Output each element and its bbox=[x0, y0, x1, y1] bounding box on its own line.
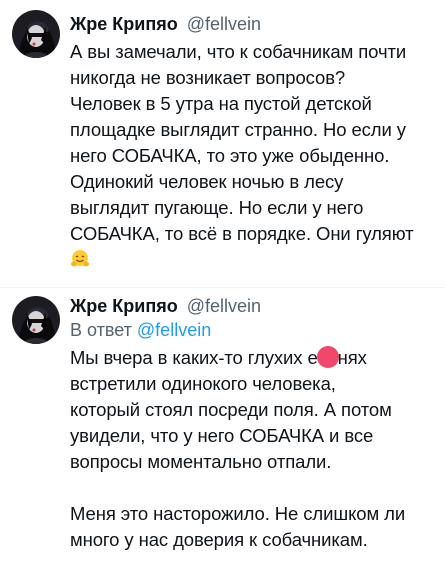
tweet-header: Жре Крипяо @fellvein bbox=[70, 12, 433, 36]
paragraph-break bbox=[70, 475, 433, 501]
tweet-text-line: Мы вчера в каких-то глухих е нях bbox=[70, 345, 433, 371]
display-name[interactable]: Жре Крипяо bbox=[70, 296, 178, 316]
tweet-text-line: Человек в 5 утра на пустой детской bbox=[70, 93, 372, 114]
tweet-text-fragment: нях bbox=[337, 347, 367, 368]
tweet-text: А вы замечали, что к собачникам почти ни… bbox=[70, 39, 433, 273]
tweet-content: Жре Крипяо @fellvein А вы замечали, что … bbox=[70, 12, 433, 273]
tweet-text-line: выглядит пугающе. Но если у него bbox=[70, 197, 364, 218]
tweet-text-line: много у нас доверия к собачникам. bbox=[70, 529, 368, 550]
reply-prefix: В ответ bbox=[70, 320, 132, 340]
tweet-text-line: Меня это насторожило. Не слишком ли bbox=[70, 503, 406, 524]
tweet-text-line: вопросы моментально отпали. bbox=[70, 451, 332, 472]
tweet-header: Жре Крипяо @fellvein bbox=[70, 294, 433, 318]
avatar[interactable] bbox=[12, 10, 60, 58]
tweet-text-line: который стоял посреди поля. А потом bbox=[70, 399, 392, 420]
tweet-text-line: Одинокий человек ночью в лесу bbox=[70, 171, 344, 192]
avatar[interactable] bbox=[12, 296, 60, 344]
emoji-line bbox=[70, 247, 433, 273]
display-name[interactable]: Жре Крипяо bbox=[70, 14, 178, 34]
tweet-text-line: СОБАЧКА, то всё в порядке. Они гуляют bbox=[70, 223, 414, 244]
reply-context: В ответ @fellvein bbox=[70, 318, 433, 342]
avatar-image bbox=[12, 10, 60, 58]
tweet-text-line: площадке выглядит странно. Но если у bbox=[70, 119, 406, 140]
avatar-image bbox=[12, 296, 60, 344]
tweet[interactable]: Жре Крипяо @fellvein В ответ @fellvein М… bbox=[0, 288, 445, 565]
user-handle[interactable]: @fellvein bbox=[187, 296, 261, 316]
tweet-text: Мы вчера в каких-то глухих е нях встретил… bbox=[70, 345, 433, 553]
user-handle[interactable]: @fellvein bbox=[187, 14, 261, 34]
tweet-text-line: А вы замечали, что к собачникам почти bbox=[70, 41, 407, 62]
censor-dot bbox=[316, 346, 339, 368]
reply-handle-link[interactable]: @fellvein bbox=[137, 320, 211, 340]
tweet-text-line: встретили одинокого человека, bbox=[70, 373, 336, 394]
tweet-text-line: увидели, что у него СОБАЧКА и все bbox=[70, 425, 374, 446]
tweet[interactable]: Жре Крипяо @fellvein А вы замечали, что … bbox=[0, 0, 445, 288]
hugging-face-emoji bbox=[71, 250, 89, 267]
tweet-text-fragment: Мы вчера в каких-то глухих е bbox=[70, 347, 318, 368]
tweet-content: Жре Крипяо @fellvein В ответ @fellvein М… bbox=[70, 294, 433, 553]
tweet-text-line: него СОБАЧКА, то это уже обыденно. bbox=[70, 145, 390, 166]
tweet-text-line: никогда не возникает вопросов? bbox=[70, 67, 346, 88]
